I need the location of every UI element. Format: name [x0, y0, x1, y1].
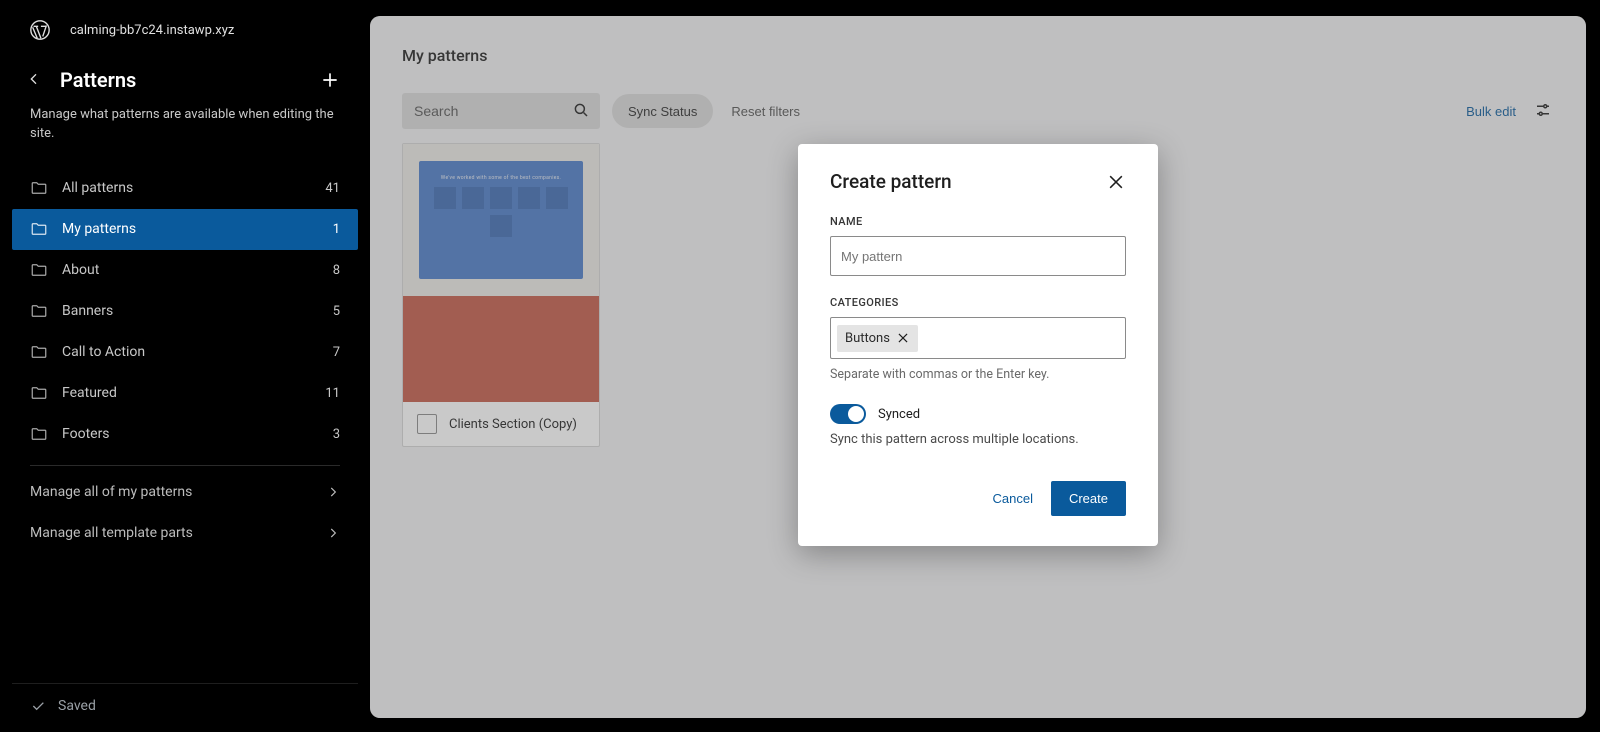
folder-icon [30, 220, 48, 238]
folder-icon [30, 179, 48, 197]
add-pattern-icon[interactable] [320, 70, 340, 90]
divider [30, 465, 340, 466]
sidebar-description: Manage what patterns are available when … [12, 106, 358, 168]
categories-field-label: CATEGORIES [830, 296, 1126, 309]
create-button[interactable]: Create [1051, 481, 1126, 516]
back-icon[interactable] [26, 71, 44, 89]
link-label: Manage all of my patterns [30, 484, 192, 500]
synced-description: Sync this pattern across multiple locati… [830, 432, 1126, 447]
sidebar: Patterns Manage what patterns are availa… [0, 60, 370, 732]
sidebar-item-cta[interactable]: Call to Action 7 [12, 332, 358, 373]
link-label: Manage all template parts [30, 525, 193, 541]
folder-icon [30, 343, 48, 361]
folder-icon [30, 261, 48, 279]
pattern-name-input[interactable] [830, 236, 1126, 276]
chevron-right-icon [326, 526, 340, 540]
name-field-label: NAME [830, 215, 1126, 228]
sidebar-item-label: Footers [62, 426, 110, 442]
sidebar-item-count: 11 [325, 386, 340, 401]
sidebar-item-banners[interactable]: Banners 5 [12, 291, 358, 332]
sidebar-item-about[interactable]: About 8 [12, 250, 358, 291]
modal-title: Create pattern [830, 170, 952, 193]
site-name[interactable]: calming-bb7c24.instawp.xyz [70, 23, 234, 38]
synced-label: Synced [878, 407, 920, 422]
folder-icon [30, 302, 48, 320]
categories-input[interactable]: Buttons [830, 317, 1126, 359]
sidebar-item-label: My patterns [62, 221, 136, 237]
create-pattern-modal: Create pattern NAME CATEGORIES Buttons [798, 144, 1158, 546]
sidebar-item-all-patterns[interactable]: All patterns 41 [12, 168, 358, 209]
folder-icon [30, 384, 48, 402]
sidebar-item-count: 7 [333, 345, 340, 360]
cancel-button[interactable]: Cancel [993, 491, 1033, 506]
sidebar-item-count: 41 [325, 181, 340, 196]
check-icon [30, 698, 46, 714]
manage-template-parts-link[interactable]: Manage all template parts [12, 513, 358, 554]
close-icon[interactable] [1106, 172, 1126, 192]
main-content: My patterns Sync Status Reset filters Bu… [370, 16, 1586, 718]
folder-icon [30, 425, 48, 443]
save-status-label: Saved [58, 698, 96, 714]
manage-my-patterns-link[interactable]: Manage all of my patterns [12, 472, 358, 513]
sidebar-item-label: Call to Action [62, 344, 145, 360]
sidebar-item-count: 3 [333, 427, 340, 442]
sidebar-item-label: About [62, 262, 99, 278]
sidebar-item-my-patterns[interactable]: My patterns 1 [12, 209, 358, 250]
sidebar-item-label: Featured [62, 385, 117, 401]
sidebar-item-featured[interactable]: Featured 11 [12, 373, 358, 414]
sidebar-item-count: 5 [333, 304, 340, 319]
sidebar-item-label: Banners [62, 303, 113, 319]
sidebar-item-footers[interactable]: Footers 3 [12, 414, 358, 455]
categories-hint: Separate with commas or the Enter key. [830, 367, 1126, 382]
synced-toggle[interactable] [830, 404, 866, 424]
remove-tag-icon[interactable] [896, 331, 910, 345]
category-tag: Buttons [837, 325, 918, 352]
sidebar-categories: All patterns 41 My patterns 1 About 8 Ba… [12, 168, 358, 455]
chevron-right-icon [326, 485, 340, 499]
sidebar-item-count: 8 [333, 263, 340, 278]
sidebar-item-count: 1 [333, 222, 340, 237]
tag-label: Buttons [845, 331, 890, 346]
wordpress-logo-icon[interactable] [28, 18, 52, 42]
sidebar-item-label: All patterns [62, 180, 133, 196]
sidebar-title: Patterns [60, 68, 136, 92]
save-status: Saved [12, 683, 358, 732]
modal-overlay[interactable]: Create pattern NAME CATEGORIES Buttons [370, 16, 1586, 718]
